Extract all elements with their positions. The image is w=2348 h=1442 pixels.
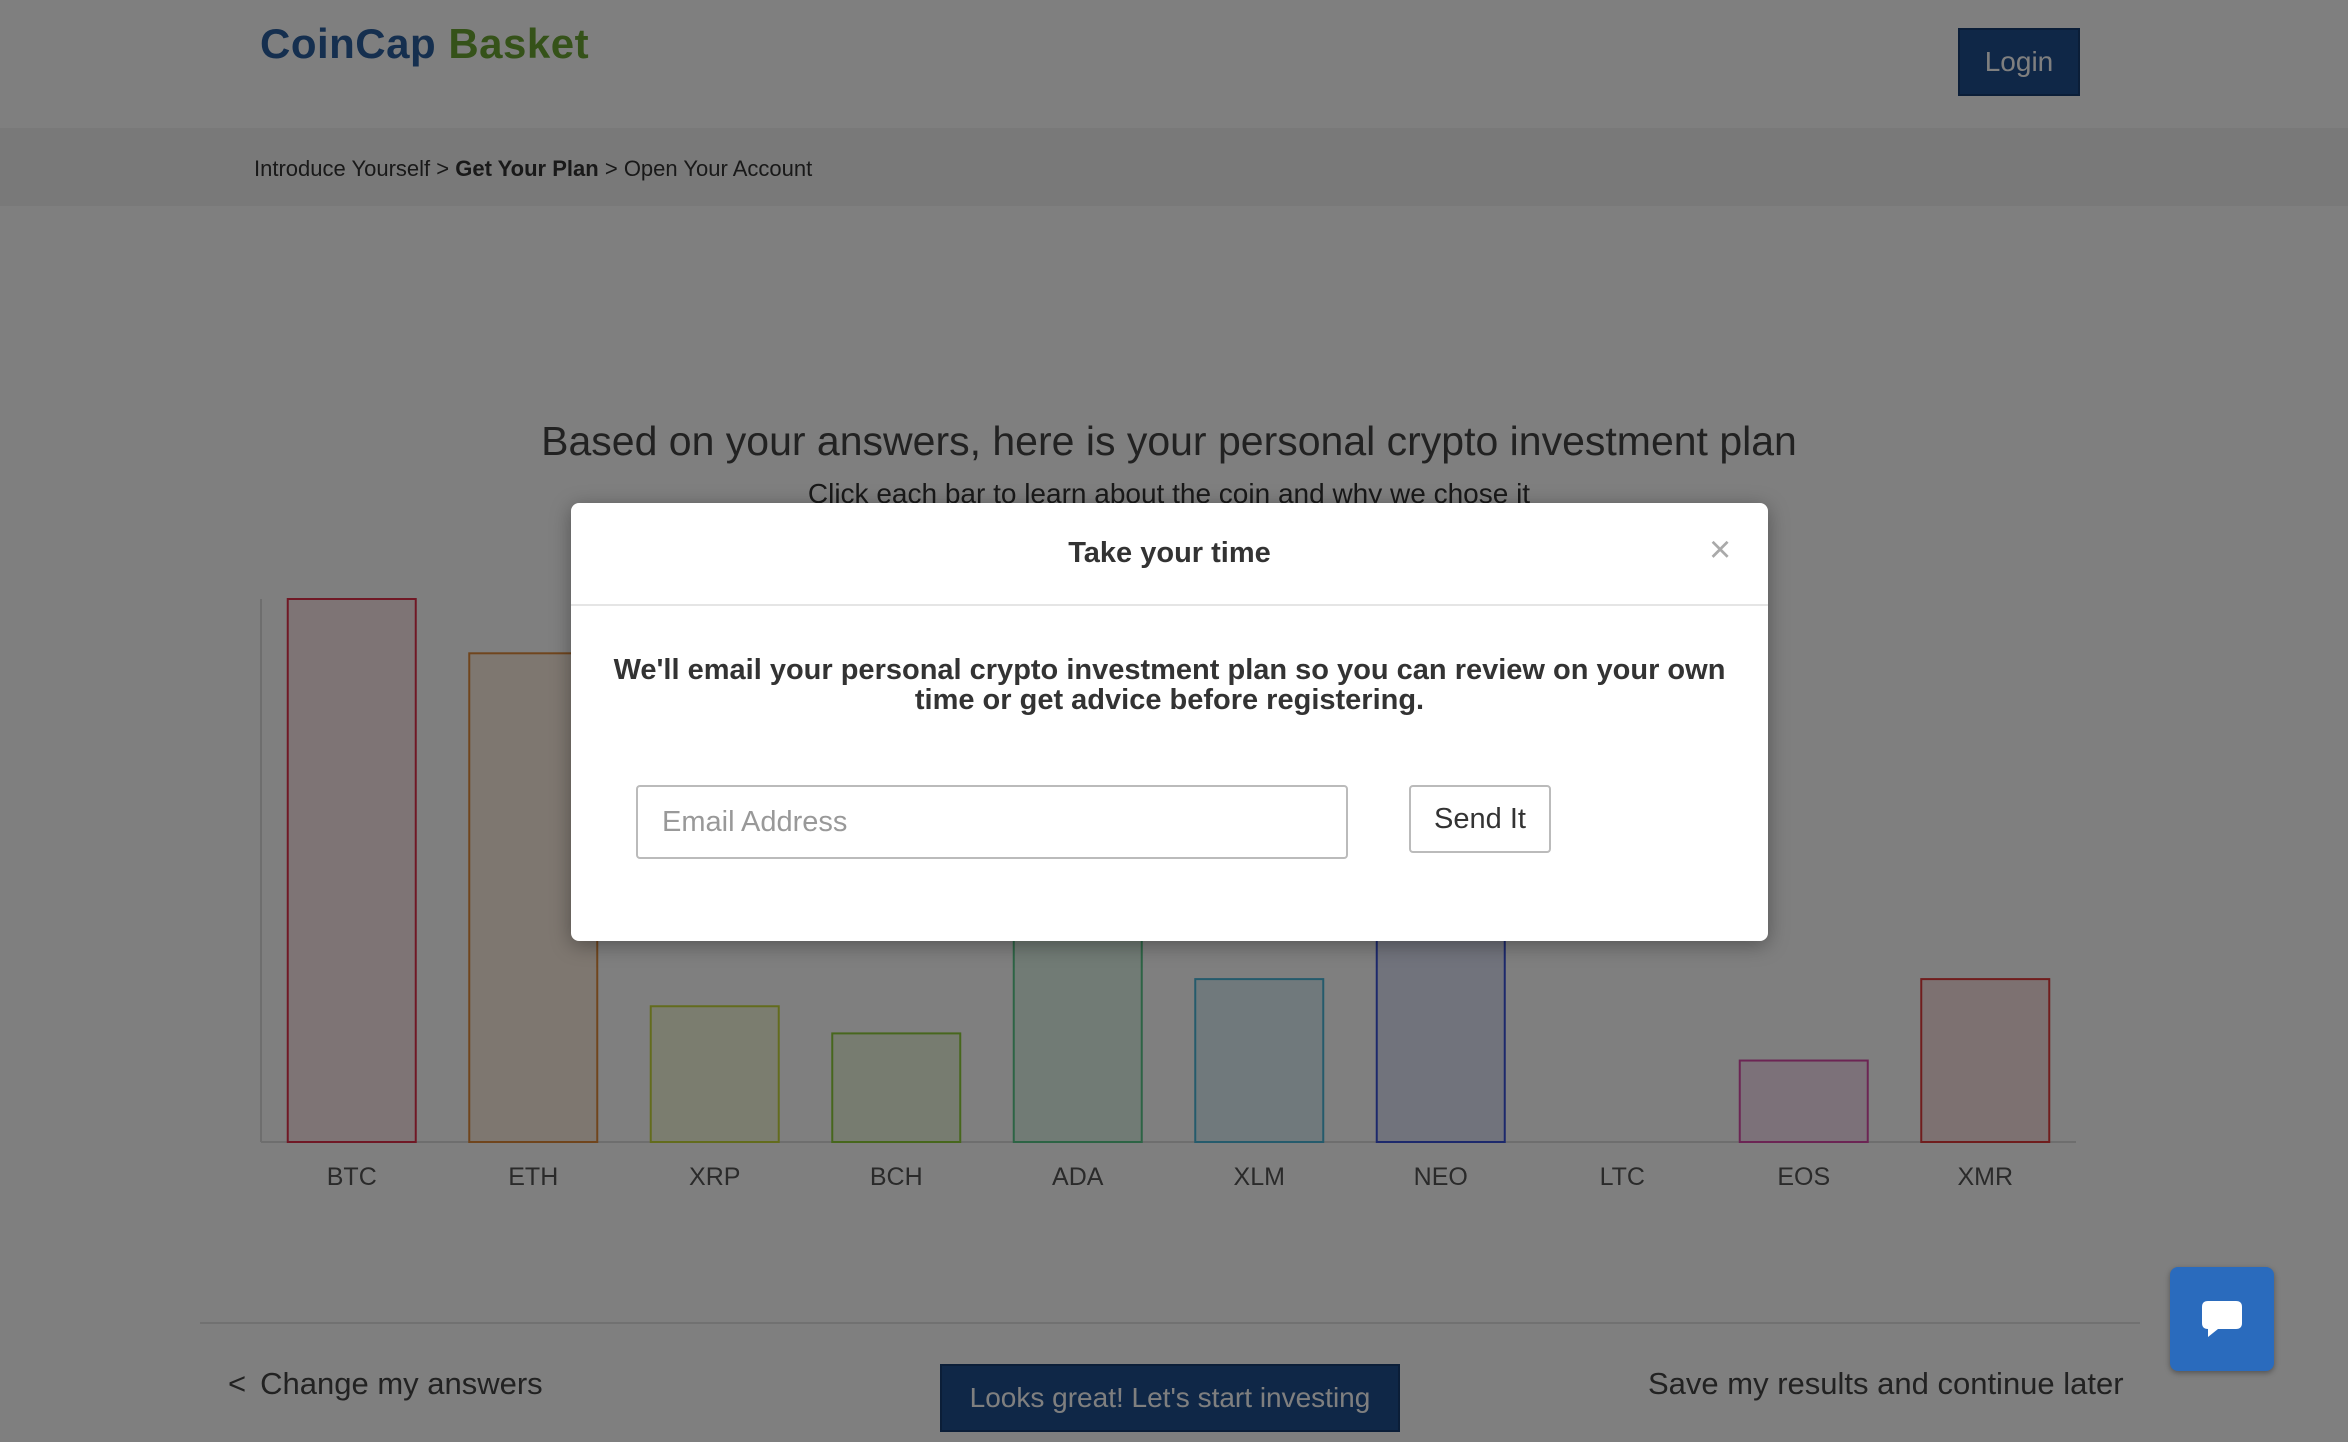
chat-button[interactable] — [2170, 1267, 2274, 1371]
close-icon[interactable]: × — [1709, 531, 1731, 569]
modal-title: Take your time — [1068, 537, 1271, 569]
send-it-button[interactable]: Send It — [1409, 785, 1551, 853]
chat-bubble-icon — [2202, 1301, 2242, 1337]
modal-message: We'll email your personal crypto investm… — [613, 654, 1726, 717]
modal-header: Take your time × — [571, 503, 1768, 606]
email-field[interactable] — [636, 785, 1348, 859]
email-plan-modal: Take your time × We'll email your person… — [571, 503, 1768, 941]
